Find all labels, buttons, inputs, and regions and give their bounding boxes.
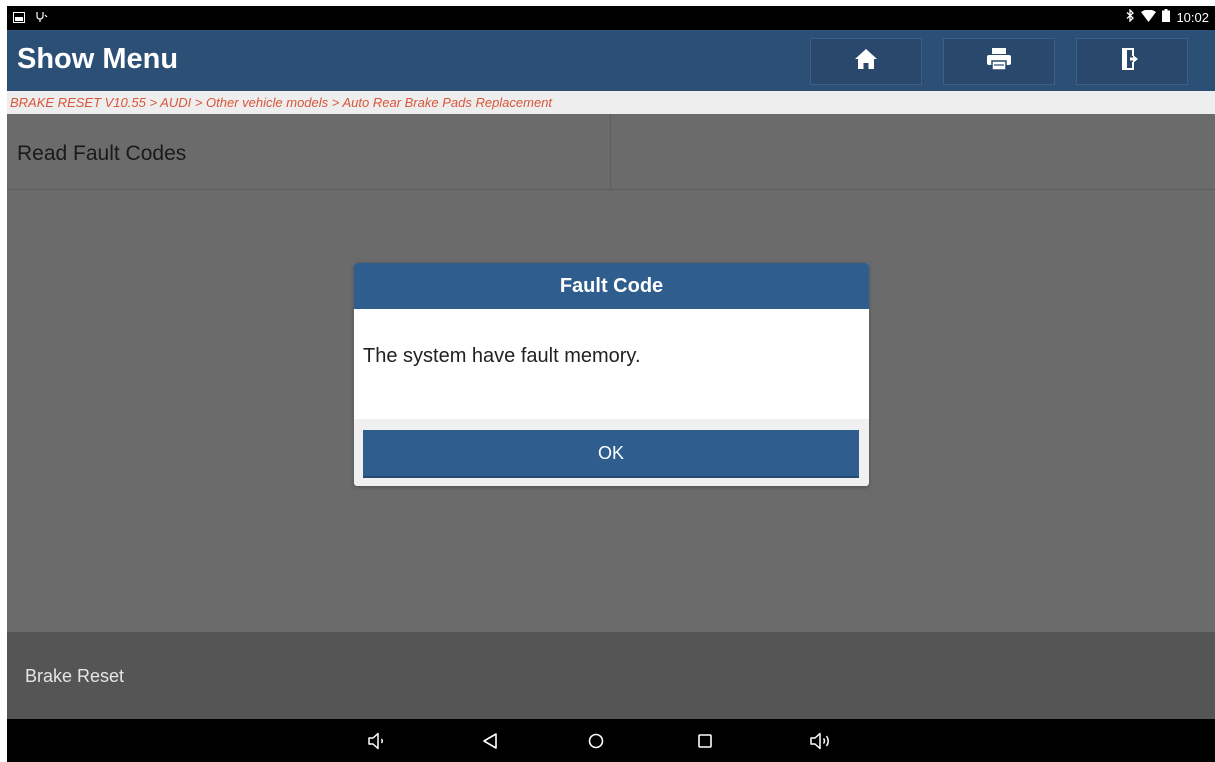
dialog-header: Fault Code	[354, 263, 869, 309]
app-header: Show Menu	[7, 30, 1215, 91]
column-divider	[610, 114, 611, 189]
print-icon	[987, 48, 1011, 75]
volume-up-icon[interactable]	[809, 730, 833, 752]
exit-icon	[1121, 48, 1143, 75]
breadcrumb-text: BRAKE RESET V10.55 > AUDI > Other vehicl…	[10, 95, 553, 110]
status-bar: 10:02	[7, 6, 1215, 30]
dialog-message: The system have fault memory.	[363, 345, 641, 367]
ok-button[interactable]: OK	[363, 430, 859, 478]
usb-debug-icon	[35, 10, 48, 28]
breadcrumb: BRAKE RESET V10.55 > AUDI > Other vehicl…	[7, 91, 1215, 114]
status-time: 10:02	[1176, 9, 1209, 25]
screenshot-icon	[13, 10, 25, 28]
volume-down-icon[interactable]	[365, 730, 389, 752]
dialog-title: Fault Code	[559, 274, 664, 297]
home-circle-icon[interactable]	[584, 730, 608, 752]
home-button[interactable]	[810, 38, 922, 85]
footer-bar: Brake Reset	[7, 632, 1215, 719]
dialog-body: The system have fault memory.	[354, 309, 869, 419]
exit-button[interactable]	[1076, 38, 1188, 85]
app-window: 10:02 Show Menu BRAKE RESET V10.55 > AUD…	[7, 6, 1215, 762]
fault-code-dialog: Fault Code The system have fault memory.…	[354, 263, 869, 486]
menu-item-label: Read Fault Codes	[17, 142, 187, 165]
battery-icon	[1162, 9, 1171, 25]
bluetooth-icon	[1126, 8, 1135, 25]
page-title: Show Menu	[17, 43, 179, 75]
wifi-icon	[1141, 9, 1157, 25]
home-icon	[855, 48, 877, 75]
menu-item-read-fault-codes[interactable]: Read Fault Codes	[7, 114, 1215, 190]
navigation-bar	[7, 719, 1215, 762]
recent-apps-icon[interactable]	[693, 730, 717, 752]
back-icon[interactable]	[478, 730, 502, 752]
footer-label: Brake Reset	[25, 666, 125, 686]
print-button[interactable]	[943, 38, 1055, 85]
